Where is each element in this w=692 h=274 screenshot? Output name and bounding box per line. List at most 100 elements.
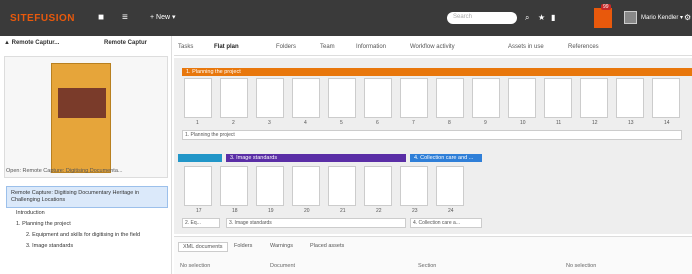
page-number: 9 [484,120,487,126]
tree-item[interactable]: 1. Planning the project [6,219,168,230]
page-number: 23 [412,208,418,214]
page-thumbnail[interactable] [256,78,284,118]
page-number: 20 [304,208,310,214]
page-number: 11 [556,120,562,126]
page-number: 17 [196,208,202,214]
page-thumbnail[interactable] [220,78,248,118]
section-bar[interactable]: 4. Collection care and ... [410,154,482,162]
page-thumbnail[interactable] [328,78,356,118]
page-number: 6 [376,120,379,126]
page-number: 4 [304,120,307,126]
tab-folders-bottom[interactable]: Folders [230,242,256,250]
page-thumbnail[interactable] [256,166,284,206]
page-thumbnail[interactable] [364,78,392,118]
page-thumbnail[interactable] [292,78,320,118]
page-thumbnail[interactable] [616,78,644,118]
project-title[interactable]: Remote Captur... [12,40,60,46]
tab-references[interactable]: References [568,44,599,50]
avatar[interactable] [624,11,637,24]
book-cover-image [51,63,111,173]
tree-item-root[interactable]: Remote Capture: Digitising Documentary H… [6,186,168,208]
section-caption: 4. Collection care a... [410,218,482,228]
selection-field[interactable]: No selection [566,263,596,269]
page-thumbnail[interactable] [472,78,500,118]
clear-search-icon[interactable]: ✕ [510,12,517,21]
grid-icon[interactable]: ■ [98,12,104,24]
page-number: 10 [520,120,526,126]
page-number: 19 [268,208,274,214]
bookmark-icon[interactable]: ▮ [551,12,555,24]
tab-flat-plan[interactable]: Flat plan [214,44,239,50]
tab-folders[interactable]: Folders [276,44,296,50]
page-number: 14 [664,120,670,126]
page-thumbnail[interactable] [436,78,464,118]
tab-xml-documents[interactable]: XML documents [178,242,228,252]
page-number: 22 [376,208,382,214]
section-caption: 1. Planning the project [182,130,682,140]
top-bar: SITEFUSION ■ ≡ + New ▾ Search ✕ ⌕ ★ ▮ 99… [0,0,692,36]
page-thumbnail[interactable] [400,166,428,206]
section-bar[interactable]: 3. Image standards [226,154,406,162]
star-icon[interactable]: ★ [538,12,545,24]
left-panel-header: ▲ Remote Captur... Remote Captur [4,40,168,54]
page-number: 2 [232,120,235,126]
page-number: 13 [628,120,634,126]
section-field[interactable]: Section [418,263,436,269]
tab-assets-in-use[interactable]: Assets in use [508,44,544,50]
tab-warnings[interactable]: Warnings [266,242,297,250]
page-thumbnail[interactable] [652,78,680,118]
page-thumbnail[interactable] [580,78,608,118]
user-name[interactable]: Mario Kendler ▾ [641,14,683,21]
tab-bar: Tasks Flat plan Folders Team Information… [174,40,692,56]
settings-icon[interactable]: ⚙ [684,12,691,24]
page-number: 21 [340,208,346,214]
search-input[interactable]: Search [447,12,517,24]
page-thumbnail[interactable] [220,166,248,206]
section-bar[interactable]: 1. Planning the project [182,68,692,76]
page-thumbnail[interactable] [544,78,572,118]
tab-workflow-activity[interactable]: Workflow activity [410,44,455,50]
page-number: 12 [592,120,598,126]
search-icon[interactable]: ⌕ [525,12,529,24]
app-logo: SITEFUSION [10,13,76,24]
page-thumbnail[interactable] [364,166,392,206]
document-tree: Remote Capture: Digitising Documentary H… [6,186,168,252]
mail-icon[interactable] [594,8,612,28]
new-button[interactable]: + New ▾ [150,13,176,21]
page-thumbnail[interactable] [292,166,320,206]
mail-badge: 99 [601,4,611,10]
section-caption: 3. Image standards [226,218,406,228]
page-thumbnail[interactable] [184,78,212,118]
tree-item[interactable]: Introduction [6,208,168,219]
page-thumbnail[interactable] [400,78,428,118]
document-field[interactable]: Document [270,263,295,269]
tab-placed-assets[interactable]: Placed assets [306,242,348,250]
section-caption: 2. Eq... [182,218,220,228]
open-document-line: Open: Remote Capture: Digitising Documen… [6,168,123,174]
page-thumbnail[interactable] [508,78,536,118]
chevron-up-icon[interactable]: ▲ [4,40,12,46]
tree-item[interactable]: 2. Equipment and skills for digitising i… [6,230,168,241]
project-select[interactable]: Remote Captur [104,40,147,46]
page-number: 24 [448,208,454,214]
bottom-panel: XML documents Folders Warnings Placed as… [174,236,692,274]
page-number: 3 [268,120,271,126]
menu-icon[interactable]: ≡ [122,12,128,24]
page-number: 5 [340,120,343,126]
left-panel: ▲ Remote Captur... Remote Captur Open: R… [0,36,172,274]
tree-item[interactable]: 3. Image standards [6,241,168,252]
cover-preview [4,56,168,178]
page-thumbnail[interactable] [184,166,212,206]
page-number: 8 [448,120,451,126]
page-thumbnail[interactable] [328,166,356,206]
tab-tasks[interactable]: Tasks [178,44,193,50]
page-number: 7 [412,120,415,126]
page-thumbnail[interactable] [436,166,464,206]
flat-plan: 1. Planning the project 1 2 3 4 5 6 7 8 9 10 11 12 1… [174,58,692,234]
page-number: 1 [196,120,199,126]
page-number: 18 [232,208,238,214]
section-bar[interactable] [178,154,222,162]
tab-team[interactable]: Team [320,44,335,50]
tab-information[interactable]: Information [356,44,386,50]
selection-field[interactable]: No selection [180,263,210,269]
